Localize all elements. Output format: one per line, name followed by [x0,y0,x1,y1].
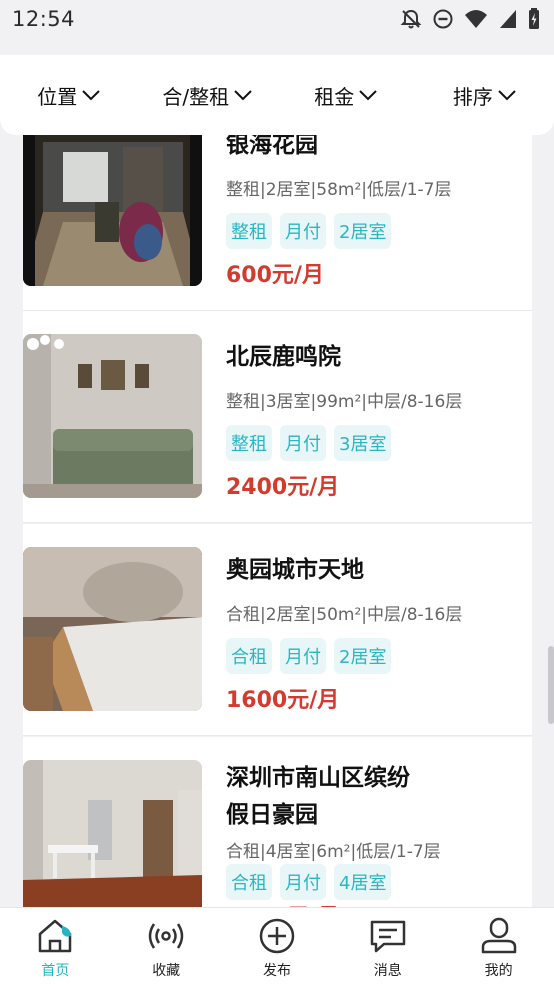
listing-photo [23,760,202,907]
listing-meta: 合租|4居室|6m²|低层/1-7层 [226,842,441,862]
listing-price: 2400元/月 [226,475,340,500]
tag-rooms: 2居室 [334,213,392,249]
nav-label: 消息 [373,963,402,979]
listing-card[interactable]: 北辰鹿鸣院 整租|3居室|99m²|中层/8-16层 整租 月付 3居室 240… [23,311,532,523]
listing-title: 深圳市南山区缤纷 假日豪园 [226,760,410,834]
filter-bar: 位置 合/整租 租金 排序 [0,55,554,135]
listing-card[interactable]: 深圳市南山区缤纷 假日豪园 合租|4居室|6m²|低层/1-7层 合租 月付 4… [23,737,532,907]
listing-meta: 整租|2居室|58m²|低层/1-7层 [226,180,452,200]
tag-rent-type: 整租 [226,213,272,249]
nav-messages[interactable]: 消息 [332,908,443,985]
filter-label: 租金 [314,84,355,109]
home-icon [39,919,72,953]
tag-rooms: 2居室 [334,638,392,674]
listing-tags: 整租 月付 2居室 [226,213,392,249]
message-icon [370,920,406,953]
nav-label: 我的 [484,963,513,979]
filter-rent-price[interactable]: 租金 [277,81,416,110]
nav-label: 收藏 [152,963,181,979]
listing-photo [23,547,202,711]
filter-sort[interactable]: 排序 [416,81,554,110]
nav-profile[interactable]: 我的 [443,908,554,985]
chevron-down-icon [498,90,516,101]
listing-tags: 合租 月付 4居室 [226,864,392,900]
tag-payment: 月付 [280,864,326,900]
listing-title-line2: 假日豪园 [226,802,318,828]
plus-circle-icon [259,918,295,954]
tag-rooms: 3居室 [334,425,392,461]
scrollbar[interactable] [548,646,554,724]
listing-feed[interactable]: 银海花园 整租|2居室|58m²|低层/1-7层 整租 月付 2居室 600元/… [0,0,554,907]
bottom-nav: 首页 收藏 发布 消息 我的 [0,907,554,985]
listing-meta: 合租|2居室|50m²|中层/8-16层 [226,605,463,625]
tag-rent-type: 整租 [226,425,272,461]
tag-rent-type: 合租 [226,638,272,674]
listing-photo [23,122,202,286]
listing-tags: 整租 月付 3居室 [226,425,392,461]
tag-payment: 月付 [280,213,326,249]
tag-payment: 月付 [280,638,326,674]
tag-payment: 月付 [280,425,326,461]
chevron-down-icon [359,90,377,101]
filter-location[interactable]: 位置 [0,81,139,110]
chevron-down-icon [234,90,252,101]
listing-price: 600元/月 [226,263,324,288]
listing-title-line1: 深圳市南山区缤纷 [226,765,410,791]
listing-title: 奥园城市天地 [226,557,364,583]
filter-rent-type[interactable]: 合/整租 [139,81,278,110]
signal-icon [148,923,184,949]
listing-photo [23,334,202,498]
listing-tags: 合租 月付 2居室 [226,638,392,674]
filter-label: 位置 [37,84,78,109]
tag-rent-type: 合租 [226,864,272,900]
listing-title: 北辰鹿鸣院 [226,344,341,370]
chevron-down-icon [82,90,100,101]
nav-home[interactable]: 首页 [0,908,111,985]
nav-favorites[interactable]: 收藏 [111,908,222,985]
filter-label: 排序 [452,84,493,109]
nav-label: 首页 [41,963,70,979]
listing-price: 1600元/月 [226,688,340,713]
listing-price: 1000元/月 [226,899,339,907]
listing-meta: 整租|3居室|99m²|中层/8-16层 [226,392,463,412]
nav-label: 发布 [262,963,291,979]
user-icon [481,917,516,954]
tag-rooms: 4居室 [334,864,392,900]
filter-label: 合/整租 [162,84,230,109]
nav-publish[interactable]: 发布 [222,908,333,985]
listing-card[interactable]: 奥园城市天地 合租|2居室|50m²|中层/8-16层 合租 月付 2居室 16… [23,524,532,736]
